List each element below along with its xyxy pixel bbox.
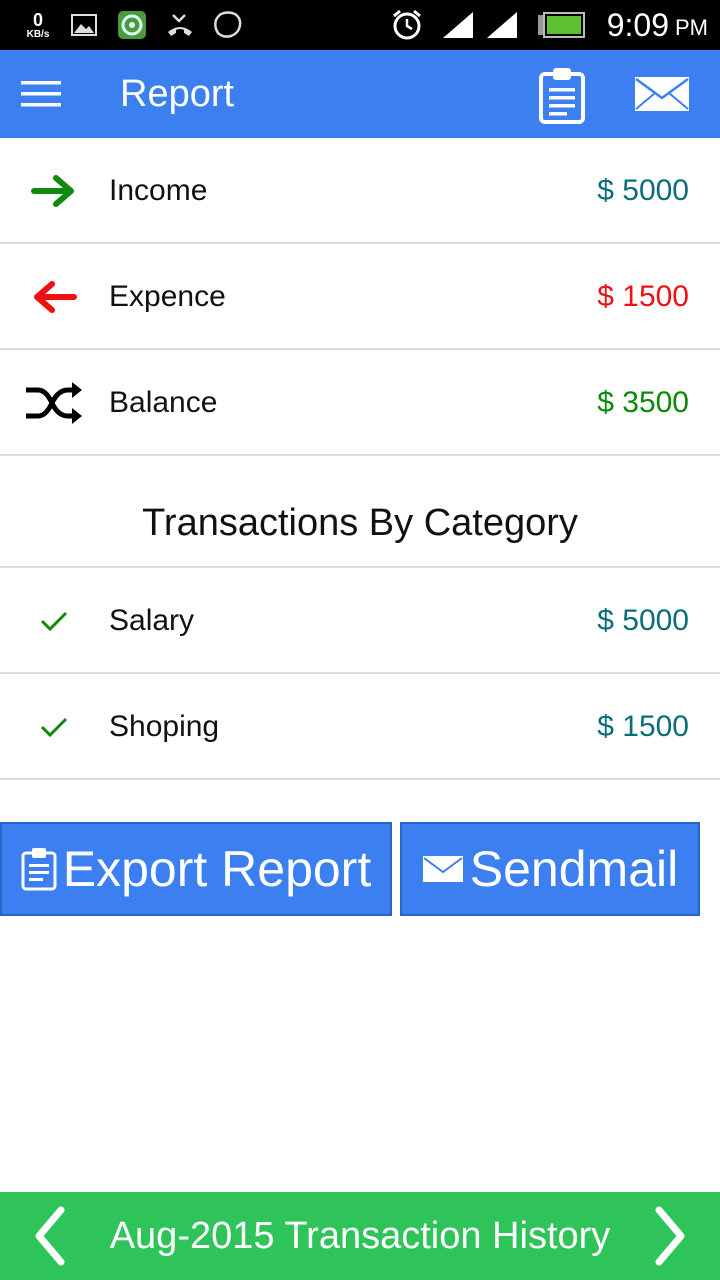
hamburger-menu-icon[interactable] [14,72,68,116]
app-bar: Report [0,50,720,138]
signal-icon [440,0,476,50]
income-row[interactable]: Income $ 5000 [0,138,720,244]
clipboard-icon[interactable] [532,60,592,130]
transaction-history-title: Aug-2015 Transaction History [109,1215,611,1257]
arrow-right-icon [22,138,86,244]
export-report-button[interactable]: Export Report [0,822,392,916]
check-icon [22,674,86,780]
expense-amount: $ 1500 [597,280,689,313]
category-label: Salary [109,604,195,637]
chat-icon [212,0,244,50]
category-amount: $ 5000 [597,604,689,637]
signal-icon [484,0,520,50]
envelope-icon[interactable] [626,68,698,120]
export-report-label: Export Report [62,841,372,897]
image-icon [70,0,98,50]
network-speed-unit: KB/s [26,28,50,40]
alarm-icon [388,0,426,50]
chevron-right-icon[interactable] [644,1202,698,1270]
check-icon [22,568,86,674]
shuffle-icon [22,350,86,456]
page-title: Report [120,73,235,115]
category-amount: $ 1500 [597,710,689,743]
balance-row[interactable]: Balance $ 3500 [0,350,720,456]
category-row-salary[interactable]: Salary $ 5000 [0,568,720,674]
clipboard-icon [21,847,57,891]
network-speed-value: 0 [32,9,43,30]
income-amount: $ 5000 [597,174,689,207]
envelope-icon [422,855,464,883]
camera-app-icon [116,0,148,50]
network-speed: 0 KB/s [14,0,62,50]
balance-amount: $ 3500 [597,386,689,419]
sendmail-button[interactable]: Sendmail [400,822,700,916]
clock-ampm: PM [675,15,708,40]
balance-label: Balance [109,386,218,419]
sendmail-label: Sendmail [469,841,679,897]
income-label: Income [109,174,208,207]
clock-time: 9:09 [606,6,669,43]
expense-row[interactable]: Expence $ 1500 [0,244,720,350]
expense-label: Expence [109,280,226,313]
category-section-title: Transactions By Category [0,458,720,568]
chevron-left-icon[interactable] [22,1202,76,1270]
clock: 9:09 PM [578,0,708,50]
category-row-shoping[interactable]: Shoping $ 1500 [0,674,720,780]
status-bar: 0 KB/s 9:09 PM [0,0,720,50]
arrow-left-icon [22,244,86,350]
month-navigation-bar: Aug-2015 Transaction History [0,1192,720,1280]
missed-call-icon [164,0,196,50]
category-label: Shoping [109,710,220,743]
